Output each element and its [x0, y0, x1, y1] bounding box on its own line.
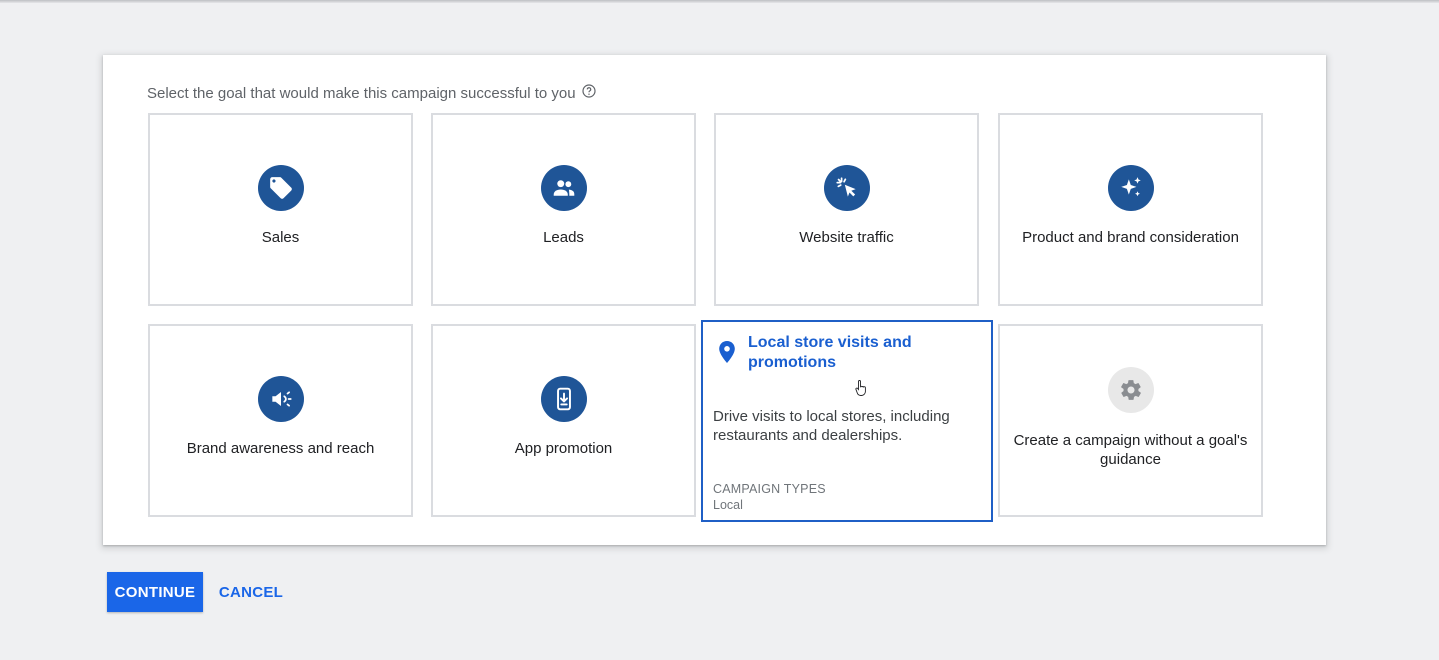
campaign-types-value: Local [713, 498, 743, 512]
goal-card-label: App promotion [514, 440, 613, 457]
cancel-button[interactable]: CANCEL [213, 572, 289, 612]
people-icon [540, 165, 587, 211]
campaign-types-label: CAMPAIGN TYPES [713, 482, 826, 496]
hand-cursor-icon [855, 380, 866, 396]
top-bar [0, 0, 1439, 3]
gear-icon [1107, 367, 1154, 413]
goal-selection-panel: Select the goal that would make this cam… [103, 55, 1326, 545]
goal-card-description: Drive visits to local stores, including … [713, 408, 950, 444]
help-circle-icon[interactable] [581, 83, 596, 98]
goal-card-label: Website traffic [799, 229, 894, 246]
goal-card-label: Product and brand consideration [1022, 229, 1239, 246]
sparkle-icon [1107, 165, 1154, 211]
goal-card-leads[interactable]: Leads [431, 113, 696, 306]
tag-icon [257, 165, 304, 211]
phone-download-icon [540, 376, 587, 422]
goal-card-product-brand-consideration[interactable]: Product and brand consideration [998, 113, 1263, 306]
goal-card-brand-awareness[interactable]: Brand awareness and reach [148, 324, 413, 517]
continue-button[interactable]: CONTINUE [107, 572, 203, 612]
cursor-click-icon [823, 165, 870, 211]
speaker-icon [257, 376, 304, 422]
goal-card-sales[interactable]: Sales [148, 113, 413, 306]
goal-card-label: Sales [261, 229, 300, 246]
goal-card-label: Leads [543, 229, 584, 246]
goal-card-title: Local store visits and promotions [748, 334, 912, 371]
map-pin-icon [719, 341, 735, 363]
goal-card-website-traffic[interactable]: Website traffic [714, 113, 979, 306]
goal-card-no-guidance[interactable]: Create a campaign without a goal's guida… [998, 324, 1263, 517]
goal-card-label: Create a campaign without a goal's guida… [1013, 432, 1248, 468]
goal-card-local-store-visits[interactable]: Local store visits and promotions Drive … [701, 320, 993, 522]
goal-card-app-promotion[interactable]: App promotion [431, 324, 696, 517]
goal-prompt: Select the goal that would make this cam… [147, 83, 596, 102]
goal-card-label: Brand awareness and reach [186, 440, 375, 457]
goal-prompt-text: Select the goal that would make this cam… [147, 85, 576, 102]
